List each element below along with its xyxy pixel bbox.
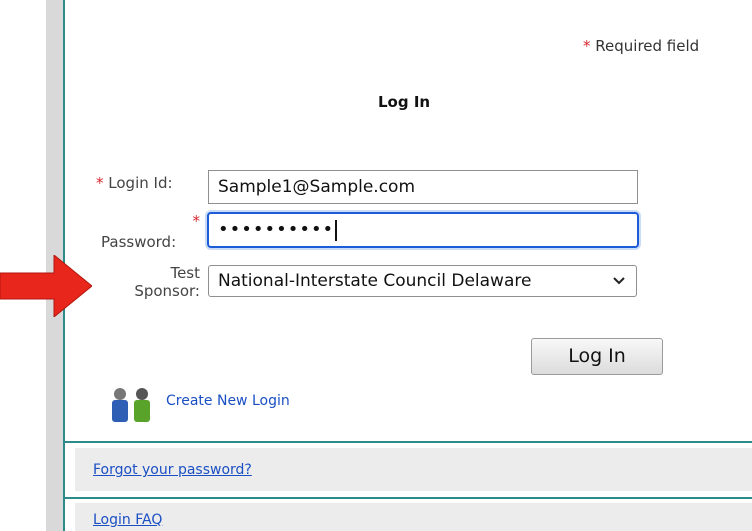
forgot-password-link[interactable]: Forgot your password?	[93, 462, 252, 478]
test-sponsor-label-line2: Sponsor:	[134, 282, 200, 300]
forgot-password-row: Forgot your password?	[75, 448, 752, 491]
divider	[65, 441, 752, 443]
password-masked-value: ••••••••••	[218, 219, 335, 240]
page-title: Log In	[378, 93, 431, 111]
login-faq-link[interactable]: Login FAQ	[93, 512, 162, 528]
password-input[interactable]: ••••••••••	[207, 212, 639, 248]
test-sponsor-label-line1: Test	[170, 264, 200, 282]
password-required-star: *	[186, 212, 201, 230]
required-star: *	[192, 212, 201, 230]
test-sponsor-selected-value: National-Interstate Council Delaware	[218, 271, 532, 291]
required-star: *	[583, 37, 591, 55]
test-sponsor-label: Test Sponsor:	[114, 264, 200, 300]
login-button[interactable]: Log In	[531, 338, 663, 375]
divider	[65, 497, 752, 499]
required-field-note: * Required field	[583, 37, 699, 55]
password-label: Password:	[101, 233, 177, 251]
test-sponsor-select[interactable]: National-Interstate Council Delaware	[208, 265, 637, 297]
text-caret	[335, 219, 338, 241]
chevron-down-icon	[612, 266, 626, 307]
login-id-input[interactable]: Sample1@Sample.com	[208, 170, 638, 204]
login-id-value: Sample1@Sample.com	[218, 177, 416, 197]
people-icon	[112, 388, 150, 422]
login-id-label-text: Login Id:	[108, 174, 173, 192]
required-star: *	[96, 174, 104, 192]
login-faq-row: Login FAQ	[75, 503, 752, 531]
red-arrow-icon	[0, 255, 92, 317]
create-new-login-link[interactable]: Create New Login	[166, 393, 290, 409]
login-id-label: * Login Id:	[96, 174, 173, 192]
required-field-text: Required field	[595, 37, 700, 55]
